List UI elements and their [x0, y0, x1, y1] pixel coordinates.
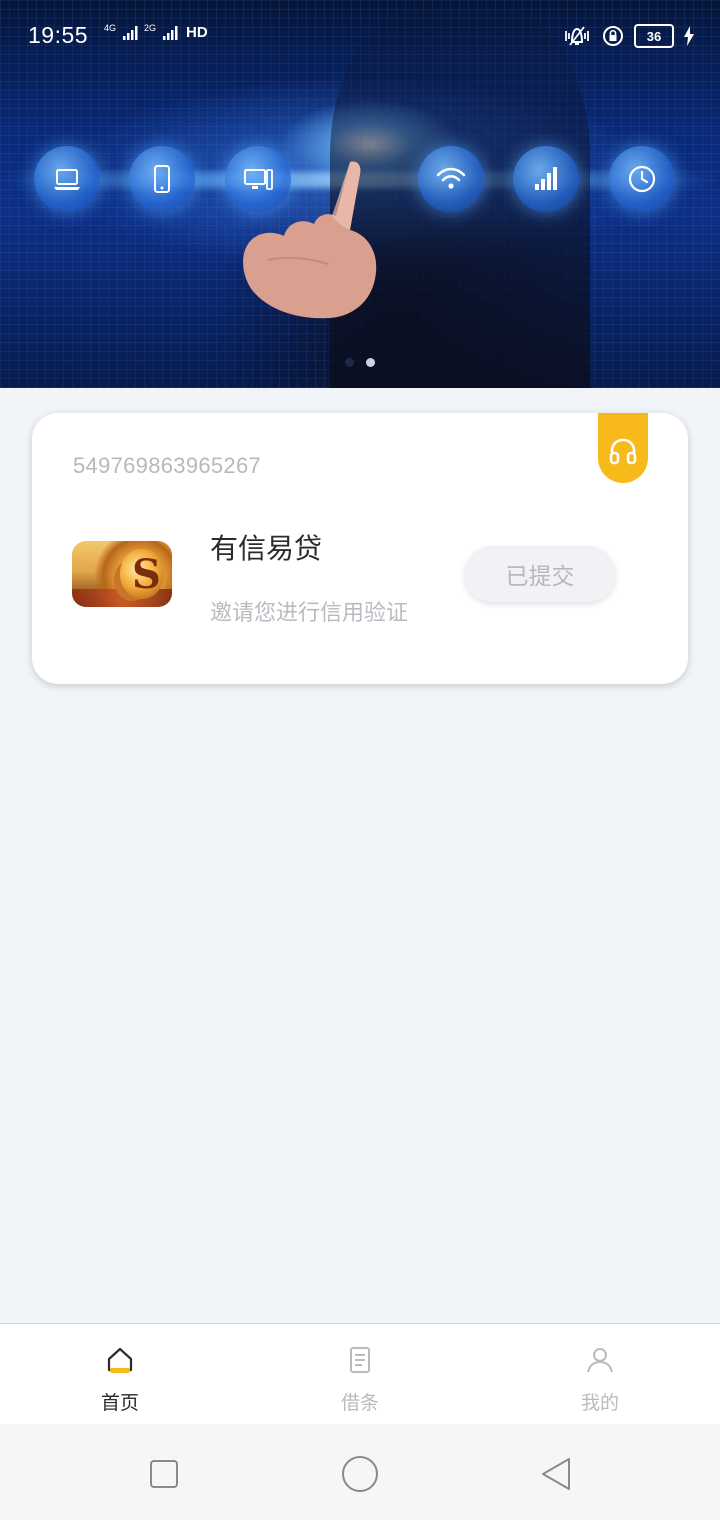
- loan-invite-card[interactable]: 549769863965267 S 有信易贷 邀请您进行信用验证 已提交: [32, 413, 688, 684]
- tab-iou[interactable]: 借条: [240, 1324, 480, 1425]
- banner-dot-1[interactable]: [345, 358, 354, 367]
- loan-product-logo: S: [72, 541, 172, 607]
- clock-icon: [609, 146, 675, 212]
- user-icon: [587, 1348, 613, 1373]
- recent-apps-icon: [150, 1460, 178, 1488]
- tab-iou-label: 借条: [340, 1392, 379, 1414]
- loan-invite-description: 邀请您进行信用验证: [210, 601, 409, 626]
- customer-service-tab[interactable]: [598, 413, 648, 483]
- banner-pagination: [0, 358, 720, 367]
- battery-level: 36: [646, 28, 662, 44]
- signal-icon: [513, 146, 579, 212]
- rotation-lock-icon: [603, 26, 623, 46]
- laptop-icon: [34, 146, 100, 212]
- network-type-1: 4G: [104, 23, 117, 33]
- status-right-group: 36: [562, 24, 694, 48]
- network-type-2: 2G: [144, 23, 157, 33]
- home-nav-button[interactable]: [340, 1454, 380, 1494]
- tab-home[interactable]: 首页: [0, 1324, 240, 1425]
- phone-icon: [129, 146, 195, 212]
- battery-indicator: 36: [634, 24, 674, 48]
- vibrate-bell-icon: [565, 26, 589, 46]
- recent-apps-button[interactable]: [144, 1454, 184, 1494]
- status-time: 19:55: [28, 22, 89, 48]
- system-navigation-bar: [0, 1424, 720, 1520]
- home-circle-icon: [342, 1456, 378, 1492]
- cell-signal-icon: [123, 26, 138, 40]
- home-icon: [107, 1347, 133, 1373]
- submitted-status-button[interactable]: 已提交: [464, 546, 616, 602]
- status-network-group: 4G 2G HD: [104, 23, 208, 42]
- app-screen: 19:55 4G 2G HD 36 549769863965267 S 有信易贷…: [0, 0, 720, 1520]
- wifi-icon: [418, 146, 484, 212]
- loan-product-name: 有信易贷: [210, 532, 323, 565]
- back-nav-button[interactable]: [536, 1454, 576, 1494]
- bottom-tab-bar: 首页 借条 我的: [0, 1323, 720, 1425]
- application-id: 549769863965267: [73, 453, 262, 478]
- cell-signal-2-icon: [163, 26, 178, 40]
- headset-icon: [609, 438, 637, 465]
- desktop-icon: [225, 146, 291, 212]
- charging-bolt-icon: [684, 26, 694, 46]
- logo-s-mark: S: [132, 551, 161, 598]
- back-triangle-icon: [542, 1458, 570, 1490]
- hd-voice-indicator: HD: [186, 24, 208, 41]
- banner-dot-2[interactable]: [366, 358, 375, 367]
- tab-home-label: 首页: [100, 1392, 139, 1414]
- tab-mine-label: 我的: [580, 1392, 619, 1414]
- status-bar: 19:55 4G 2G HD 36: [0, 0, 720, 72]
- tab-mine[interactable]: 我的: [480, 1324, 720, 1425]
- document-icon: [350, 1347, 370, 1373]
